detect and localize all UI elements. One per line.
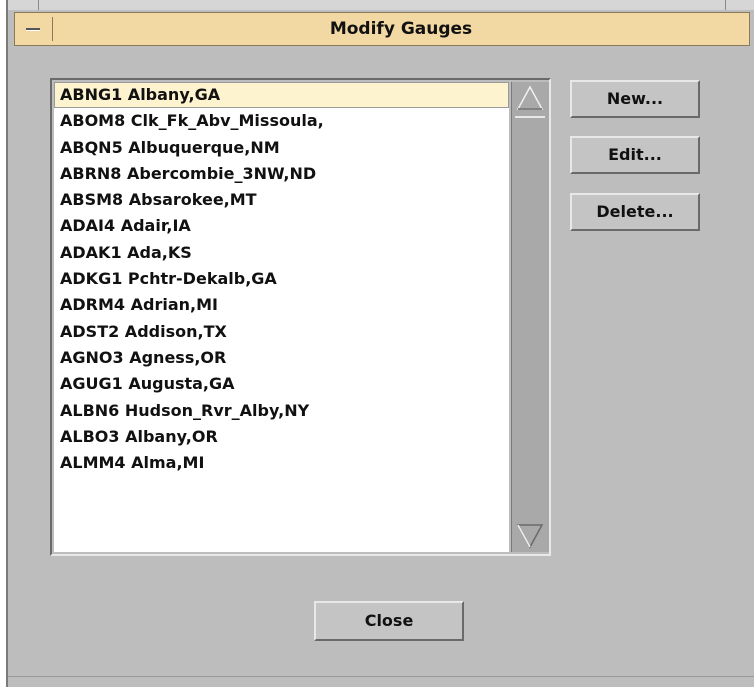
gauge-list-item[interactable]: ADAI4 Adair,IA xyxy=(54,213,509,239)
new-button[interactable]: New... xyxy=(570,80,700,118)
gauge-list[interactable]: ABNG1 Albany,GA ABOM8 Clk_Fk_Abv_Missoula… xyxy=(54,82,509,552)
modify-gauges-window: Modify Gauges ABNG1 Albany,GA ABOM8 Clk_F… xyxy=(6,0,754,687)
gauge-list-item[interactable]: ABSM8 Absarokee,MT xyxy=(54,187,509,213)
gauge-list-item[interactable]: ADAK1 Ada,KS xyxy=(54,240,509,266)
edit-button[interactable]: Edit... xyxy=(570,136,700,174)
window-menu-icon[interactable] xyxy=(19,17,53,41)
vertical-scrollbar[interactable] xyxy=(511,82,549,552)
gauge-list-item[interactable]: ADKG1 Pchtr-Dekalb,GA xyxy=(54,266,509,292)
gauge-list-item[interactable]: ALMM4 Alma,MI xyxy=(54,450,509,476)
frame-seam xyxy=(38,0,39,10)
close-button[interactable]: Close xyxy=(314,601,464,641)
frame-seam xyxy=(725,0,726,10)
gauge-list-item[interactable]: AGUG1 Augusta,GA xyxy=(54,371,509,397)
gauge-list-item[interactable]: ADST2 Addison,TX xyxy=(54,319,509,345)
delete-button[interactable]: Delete... xyxy=(570,193,700,231)
gauge-list-item[interactable]: ALBO3 Albany,OR xyxy=(54,424,509,450)
gauge-list-item[interactable]: ABOM8 Clk_Fk_Abv_Missoula, xyxy=(54,108,509,134)
gauge-list-item[interactable]: ADRM4 Adrian,MI xyxy=(54,292,509,318)
gauge-list-item[interactable]: ABNG1 Albany,GA xyxy=(54,82,509,109)
window-bottom-edge xyxy=(8,676,754,677)
gauge-list-item[interactable]: AGNO3 Agness,OR xyxy=(54,345,509,371)
scroll-down-arrow-icon[interactable] xyxy=(515,520,545,550)
scrollbar-thumb[interactable] xyxy=(515,116,545,118)
gauge-list-item[interactable]: ABRN8 Abercombie_3NW,ND xyxy=(54,161,509,187)
scroll-up-arrow-icon[interactable] xyxy=(515,84,545,114)
window-title: Modify Gauges xyxy=(329,19,473,39)
window-frame-top xyxy=(8,0,754,10)
gauge-list-item[interactable]: ALBN6 Hudson_Rvr_Alby,NY xyxy=(54,398,509,424)
title-bar[interactable]: Modify Gauges xyxy=(14,12,750,46)
gauge-listbox[interactable]: ABNG1 Albany,GA ABOM8 Clk_Fk_Abv_Missoula… xyxy=(50,78,551,556)
gauge-list-item[interactable]: ABQN5 Albuquerque,NM xyxy=(54,135,509,161)
